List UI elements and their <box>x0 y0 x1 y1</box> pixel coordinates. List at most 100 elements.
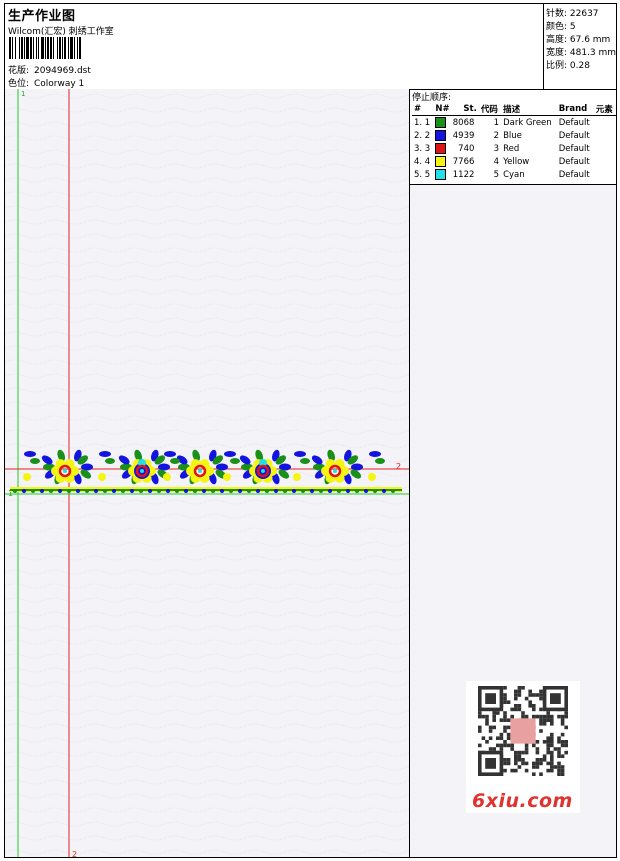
band-dot <box>103 489 107 493</box>
band-dot <box>229 489 233 493</box>
qr-module <box>560 740 565 744</box>
qr-module <box>539 707 543 712</box>
row-element <box>594 142 616 155</box>
col-description: 描述 <box>501 102 557 116</box>
qr-module <box>532 765 536 769</box>
band-dot <box>301 489 305 493</box>
stop-row[interactable]: 2. 2 4939 2 Blue Default <box>412 129 616 142</box>
row-swatch-stitches: 4939 <box>433 129 478 142</box>
barcode-bar <box>81 37 82 59</box>
qr-module <box>539 693 543 697</box>
flower-dot <box>261 469 265 473</box>
stop-row[interactable]: 5. 5 1122 5 Cyan Default <box>412 168 616 181</box>
band-dot <box>382 489 386 493</box>
qr-module <box>514 689 518 694</box>
qr-module <box>528 689 532 694</box>
qr-logo <box>510 718 536 744</box>
qr-module <box>550 718 554 722</box>
qr-module <box>517 765 522 769</box>
band-dot <box>85 489 89 493</box>
col-number: N# <box>433 102 457 116</box>
qr-module <box>528 700 532 704</box>
row-code: 4 <box>493 156 500 167</box>
band-dot <box>130 489 134 493</box>
sprig-leaf <box>170 458 180 464</box>
col-stitches: St. <box>456 102 479 116</box>
flower-dot <box>198 469 202 473</box>
band-dot <box>292 489 296 493</box>
sprig-leaf <box>24 451 36 457</box>
qr-module <box>503 761 507 766</box>
qr-module <box>557 772 561 776</box>
stat-colors: 颜色: 5 <box>546 22 576 32</box>
band-dot <box>238 489 242 493</box>
qr-module <box>524 714 529 719</box>
design-preview-canvas[interactable]: 1 2 1 2 <box>5 89 410 857</box>
qr-module <box>532 743 536 748</box>
qr-finder <box>550 693 561 704</box>
qr-module <box>546 743 550 748</box>
stop-row[interactable]: 1. 1 8068 1 Dark Green Default <box>412 116 616 130</box>
qr-module <box>506 758 511 762</box>
qr-module <box>535 740 540 744</box>
sprig-bud <box>98 473 106 481</box>
row-index: 1. 1 <box>414 117 431 128</box>
qr-module <box>539 689 543 694</box>
stop-row[interactable]: 3. 3 740 3 Red Default <box>412 142 616 155</box>
band-dot <box>175 489 179 493</box>
band-dot <box>274 489 278 493</box>
qr-module <box>488 736 493 740</box>
qr-finder <box>485 758 496 769</box>
qr-module <box>532 693 536 697</box>
qr-module <box>539 761 543 766</box>
row-brand: Default <box>558 130 590 141</box>
row-element <box>594 116 616 130</box>
qr-module <box>550 765 554 769</box>
band-dot <box>166 489 170 493</box>
stat-height: 高度: 67.6 mm <box>546 35 611 45</box>
qr-module <box>503 700 507 704</box>
qr-module <box>492 711 496 715</box>
qr-module <box>499 718 504 722</box>
qr-module <box>524 750 529 755</box>
qr-module <box>503 768 507 773</box>
qr-module <box>546 747 550 751</box>
stat-stitches: 针数: 22637 <box>546 9 599 19</box>
qr-module <box>481 736 486 740</box>
stop-sequence-table: # N# St. 代码 描述 Brand 元素 1. 1 8068 1 Dark Gr… <box>412 102 616 181</box>
band-dot <box>148 489 152 493</box>
qr-module <box>506 732 511 737</box>
qr-module <box>550 714 554 719</box>
row-brand: Default <box>558 156 590 167</box>
marker-top-left: 1 <box>21 90 25 98</box>
stop-row[interactable]: 4. 4 7766 4 Yellow Default <box>412 155 616 168</box>
qr-module <box>532 704 536 708</box>
design-file-value: 2094969.dst <box>34 66 91 76</box>
band-dot <box>121 489 125 493</box>
qr-module <box>485 740 489 744</box>
qr-module <box>532 761 536 766</box>
leaf-shape <box>216 463 228 471</box>
col-code: 代码 <box>478 102 502 116</box>
row-index: 3. 3 <box>414 143 431 154</box>
qr-module <box>510 714 514 719</box>
qr-module <box>514 758 518 762</box>
qr-module <box>560 732 565 737</box>
qr-module <box>564 740 568 744</box>
qr-module <box>514 696 518 701</box>
qr-module <box>503 693 507 697</box>
band-dot <box>202 489 206 493</box>
color-swatch <box>435 117 447 128</box>
qr-module <box>514 761 518 766</box>
qr-module <box>557 754 561 758</box>
row-swatch-stitches: 8068 <box>433 116 478 130</box>
qr-module <box>499 747 504 751</box>
qr-module <box>514 693 518 697</box>
sprig-leaf <box>224 451 236 457</box>
qr-module <box>532 772 536 776</box>
row-description: Yellow <box>503 156 530 167</box>
band-dot <box>112 489 116 493</box>
qr-module <box>542 718 547 722</box>
qr-module <box>539 729 543 733</box>
band-dot <box>67 489 71 493</box>
